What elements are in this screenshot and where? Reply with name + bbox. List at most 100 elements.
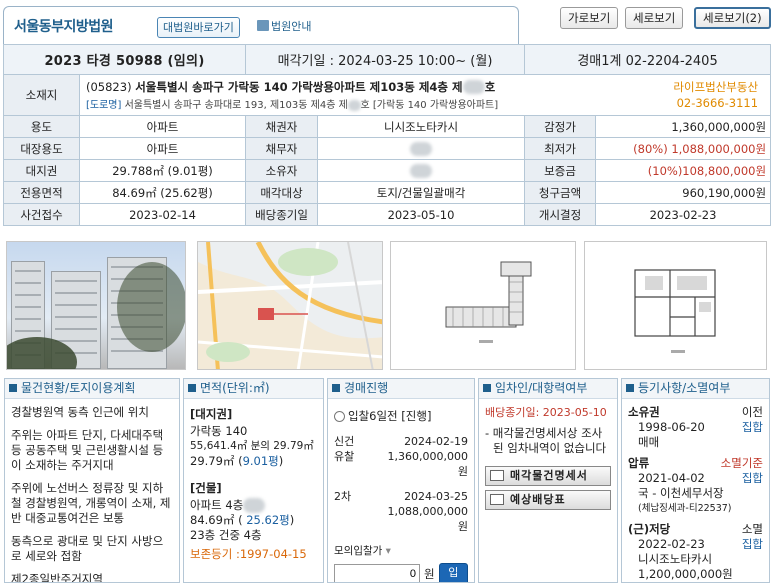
location-map[interactable]	[197, 241, 383, 370]
horizontal-view-button[interactable]: 가로보기	[560, 7, 619, 29]
round-2-price: 1,088,000,000원	[387, 505, 468, 533]
deposit-value: (10%)108,800,000원	[595, 159, 772, 182]
registry-header: 등기사항/소멸여부	[622, 379, 769, 399]
area-panel: 면적(단위:㎡) [대지권] 가락동 140 55,641.4㎡ 분의 29.7…	[183, 378, 324, 583]
area-value: 84.69㎡ (25.62평)	[78, 181, 247, 204]
square-bullet-icon	[332, 384, 340, 392]
entry-status: 소멸	[741, 522, 763, 536]
mock-bid-label: 모의입찰가 ▾	[334, 544, 468, 559]
info-row-land: 대지권 29.788㎡ (9.01평) 소유자 000 보증금 (10%)108…	[3, 159, 772, 182]
progress-status-text: 입찰6일전 [진행]	[348, 409, 432, 423]
case-header-row: 2023 타경 50988 (임의) 매각기일 : 2024-03-25 10:…	[2, 44, 772, 75]
case-info-table: 2023 타경 50988 (임의) 매각기일 : 2024-03-25 10:…	[2, 44, 772, 226]
status-item: 동측으로 광대로 및 단지 사방으로 세로와 접함	[11, 534, 164, 563]
radio-icon	[334, 411, 345, 422]
building-area-sqm: 84.69㎡ (	[190, 513, 243, 527]
supreme-court-shortcut-button[interactable]: 대법원바로가기	[157, 17, 240, 38]
court-building-icon	[257, 20, 269, 31]
agency-ad[interactable]: 라이프법산부동산 02-3666-3111	[673, 79, 758, 111]
progress-title: 경매진행	[344, 381, 389, 395]
decision-label: 개시결정	[524, 203, 597, 226]
building-area-close: )	[289, 513, 295, 527]
zip-code: (05823)	[86, 80, 136, 94]
road-address-tag[interactable]: [도로명]	[86, 100, 121, 111]
entry-status: 이전	[741, 405, 763, 419]
entry-date: 2022-02-23	[638, 537, 705, 551]
square-bullet-icon	[9, 384, 17, 392]
land-area-close: )	[278, 454, 284, 468]
road-address-main: 서울특별시 송파구 송파대로 193, 제103동 제4층 제	[121, 100, 348, 111]
target-label: 매각대상	[245, 181, 319, 204]
dividend-label: 배당종기일	[245, 203, 319, 226]
round-1: 신건 유찰 2024-02-19 1,360,000,000원	[334, 434, 468, 479]
land-right-line1: 가락동 140	[190, 424, 248, 438]
filed-value: 2023-02-14	[78, 203, 247, 226]
mock-bid-label-text: 모의입찰가	[334, 545, 383, 557]
chevron-down-icon[interactable]: ▾	[386, 545, 391, 557]
sale-specification-label: 매각물건명세서	[510, 469, 588, 482]
ledger-use-value: 아파트	[78, 137, 247, 160]
entry-type: 압류	[628, 456, 650, 470]
creditor-label: 채권자	[245, 115, 319, 138]
auction-progress-panel: 경매진행 입찰6일전 [진행] 신건 유찰 2024-02-19 1,360,000…	[327, 378, 475, 583]
status-item: 주위는 아파트 단지, 다세대주택 등 공동주택 및 근린생활시설 등이 소재하…	[11, 428, 164, 472]
road-address-suffix: 호 [가락동 140 가락쌍용아파트]	[360, 100, 499, 111]
case-number: 2023 타경 50988 (임의)	[2, 44, 247, 75]
square-bullet-icon	[483, 384, 491, 392]
expected-dividend-label: 예상배당표	[510, 493, 566, 506]
preservation-registration: 보존등기 :1997-04-15	[190, 547, 307, 561]
vertical-view-button[interactable]: 세로보기	[625, 7, 684, 29]
site-plan[interactable]	[390, 241, 576, 370]
registry-title: 등기사항/소멸여부	[638, 381, 731, 395]
tree-branches	[117, 262, 185, 352]
redacted-unit-road: 00	[347, 100, 361, 111]
mock-bid-input[interactable]	[334, 564, 420, 582]
round-1-date: 2024-02-19	[404, 435, 468, 448]
collective-link[interactable]: 집합	[742, 420, 763, 435]
square-bullet-icon	[626, 384, 634, 392]
appraisal-value: 1,360,000,000원	[595, 115, 772, 138]
land-area-sqm: 29.79㎡ (	[190, 454, 243, 468]
document-icon	[490, 470, 504, 481]
redacted-owner: 000	[410, 163, 432, 178]
round-1-result: 유찰	[334, 450, 355, 463]
round-1-price: 1,360,000,000원	[387, 450, 468, 478]
agency-phone: 02-3666-3111	[676, 96, 759, 110]
floor-plan-graphic	[585, 242, 766, 369]
land-right-heading: [대지권]	[190, 407, 233, 421]
claim-label: 청구금액	[524, 181, 597, 204]
square-bullet-icon	[188, 384, 196, 392]
target-value: 토지/건물일괄매각	[317, 181, 526, 204]
owner-value: 000	[317, 159, 526, 182]
sale-specification-button[interactable]: 매각물건명세서	[485, 466, 611, 486]
court-name: 서울동부지방법원	[14, 19, 114, 35]
court-guide-button[interactable]: 법원안내	[254, 17, 314, 38]
collective-link[interactable]: 집합	[742, 471, 763, 486]
status-item: 주위에 노선버스 정류장 및 지하철 경찰병원역, 개롱역이 소재, 제반 대중…	[11, 481, 171, 525]
collective-link[interactable]: 집합	[742, 537, 763, 552]
info-row-ledger: 대장용도 아파트 채무자 000 최저가 (80%) 1,088,000,000…	[3, 137, 772, 160]
expected-dividend-button[interactable]: 예상배당표	[485, 490, 611, 510]
building-photo[interactable]	[6, 241, 186, 370]
tenant-item: - 매각물건명세서상 조사된 임차내역이 없습니다	[485, 426, 607, 455]
registry-entry-mortgage: (근)저당 소멸 2022-02-23 집합 니시조노타카시 1,200,000,0…	[628, 522, 763, 582]
vertical-view-2-button[interactable]: 세로보기(2)	[694, 7, 771, 29]
entry-note: (체납징세과-티22537)	[638, 503, 732, 514]
building-heading: [건물]	[190, 481, 222, 495]
min-price-label: 최저가	[524, 137, 597, 160]
address-row: 소재지 (05823) 서울특별시 송파구 가락동 140 가락쌍용아파트 제1…	[3, 74, 772, 116]
entry-date: 1998-06-20	[638, 420, 705, 434]
entry-amount: 1,200,000,000원	[638, 567, 733, 581]
mock-bid-submit-button[interactable]: 입력	[438, 563, 468, 582]
dividend-deadline: 배당종기일: 2023-05-10	[485, 406, 607, 419]
tenant-header: 임차인/대항력여부	[479, 379, 617, 399]
claim-value: 960,190,000원	[595, 181, 772, 204]
entry-note: 매매	[638, 435, 660, 449]
floor-plan[interactable]	[584, 241, 767, 370]
land-area-pyeong: 9.01평	[242, 454, 279, 468]
property-status-header: 물건현황/토지이용계획	[5, 379, 179, 399]
redacted-debtor: 000	[410, 141, 432, 156]
court-tab: 서울동부지방법원 대법원바로가기 법원안내	[3, 6, 519, 44]
appraisal-label: 감정가	[524, 115, 597, 138]
decision-value: 2023-02-23	[595, 203, 772, 226]
